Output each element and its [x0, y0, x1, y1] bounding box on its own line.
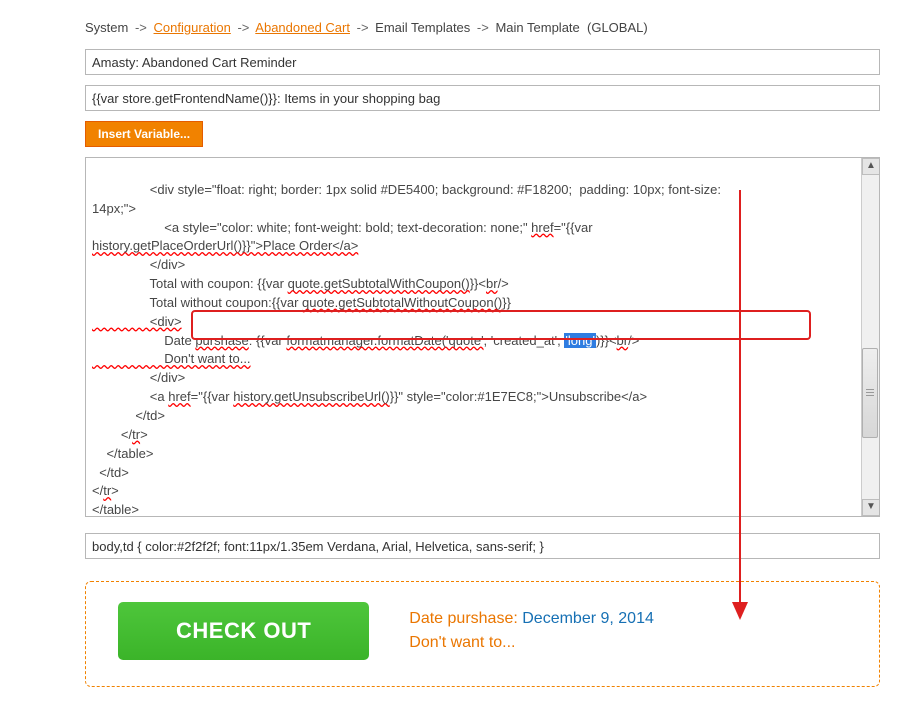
- scroll-thumb[interactable]: [862, 348, 878, 438]
- code-frag: }}: [502, 295, 511, 310]
- template-name-input[interactable]: [85, 49, 880, 75]
- code-line: </div>: [92, 370, 185, 385]
- code-frag: history.getPlaceOrderUrl()}}">Place Orde…: [92, 238, 358, 253]
- code-frag: }}" style="color:#1E7EC8;">Unsubscribe</…: [390, 389, 647, 404]
- breadcrumb-sep: ->: [474, 20, 492, 35]
- code-frag: href: [531, 220, 553, 235]
- preview-text: Date purshase: December 9, 2014 Don't wa…: [409, 607, 654, 655]
- scroll-up-icon[interactable]: ▲: [862, 158, 880, 175]
- code-frag: )}}<: [596, 333, 617, 348]
- template-body-editor[interactable]: <div style="float: right; border: 1px so…: [85, 157, 880, 517]
- template-subject-input[interactable]: [85, 85, 880, 111]
- code-line: </div>: [92, 257, 185, 272]
- code-line: Total without coupon:{{var: [92, 295, 302, 310]
- breadcrumb-item-abandoned-cart[interactable]: Abandoned Cart: [255, 20, 350, 35]
- breadcrumb-sep: ->: [132, 20, 150, 35]
- breadcrumb-item-configuration[interactable]: Configuration: [154, 20, 231, 35]
- code-line: <a style="color: white; font-weight: bol…: [92, 220, 531, 235]
- code-line: Don't want to...: [92, 351, 251, 366]
- breadcrumb-scope: (GLOBAL): [587, 20, 648, 35]
- code-frag: br: [617, 333, 629, 348]
- code-frag: ="{{var: [554, 220, 597, 235]
- code-frag: history.getUnsubscribeUrl(): [233, 389, 390, 404]
- code-frag: />: [498, 276, 509, 291]
- code-frag: quote.getSubtotalWithoutCoupon(): [302, 295, 502, 310]
- breadcrumb-sep: ->: [354, 20, 372, 35]
- code-line: </table>: [92, 502, 139, 516]
- breadcrumb-sep: ->: [234, 20, 252, 35]
- code-frag: href: [168, 389, 190, 404]
- code-frag: tr: [132, 427, 140, 442]
- code-frag: br: [486, 276, 498, 291]
- preview-panel: CHECK OUT Date purshase: December 9, 201…: [85, 581, 880, 687]
- checkout-button[interactable]: CHECK OUT: [118, 602, 369, 660]
- code-frag: purshase: [195, 333, 248, 348]
- code-frag: >: [140, 427, 148, 442]
- breadcrumb-item-main-template: Main Template: [495, 20, 579, 35]
- code-frag: : {{var: [249, 333, 287, 348]
- code-line: </: [92, 427, 132, 442]
- preview-line2: Don't want to...: [409, 634, 515, 651]
- code-line: </td>: [92, 408, 165, 423]
- insert-variable-button[interactable]: Insert Variable...: [85, 121, 203, 147]
- code-line: <div style="float: right; border: 1px so…: [92, 182, 725, 197]
- code-line: <a: [92, 389, 168, 404]
- code-line: Total with coupon: {{var: [92, 276, 288, 291]
- breadcrumb-item-system: System: [85, 20, 128, 35]
- scroll-down-icon[interactable]: ▼: [862, 499, 880, 516]
- code-line: </td>: [92, 465, 129, 480]
- code-frag: }}<: [470, 276, 486, 291]
- code-frag: />: [628, 333, 639, 348]
- code-line: <div>: [92, 314, 182, 329]
- code-frag: ="{{var: [191, 389, 234, 404]
- breadcrumb: System -> Configuration -> Abandoned Car…: [85, 20, 880, 35]
- code-line: </table>: [92, 446, 153, 461]
- code-line: Date: [92, 333, 195, 348]
- preview-date-label: Date purshase:: [409, 610, 522, 627]
- preview-date-value: December 9, 2014: [522, 610, 654, 627]
- vertical-scrollbar[interactable]: ▲ ▼: [861, 158, 879, 516]
- code-frag: formatmanager.formatDate('quote': [286, 333, 483, 348]
- code-line: </: [92, 483, 103, 498]
- code-frag: >: [111, 483, 119, 498]
- code-frag: tr: [103, 483, 111, 498]
- template-styles-input[interactable]: [85, 533, 880, 559]
- code-line: 14px;">: [92, 201, 136, 216]
- code-frag: quote.getSubtotalWithCoupon(): [288, 276, 470, 291]
- breadcrumb-item-email-templates: Email Templates: [375, 20, 470, 35]
- code-highlight: 'long': [564, 333, 596, 348]
- code-frag: , 'created_at',: [484, 333, 565, 348]
